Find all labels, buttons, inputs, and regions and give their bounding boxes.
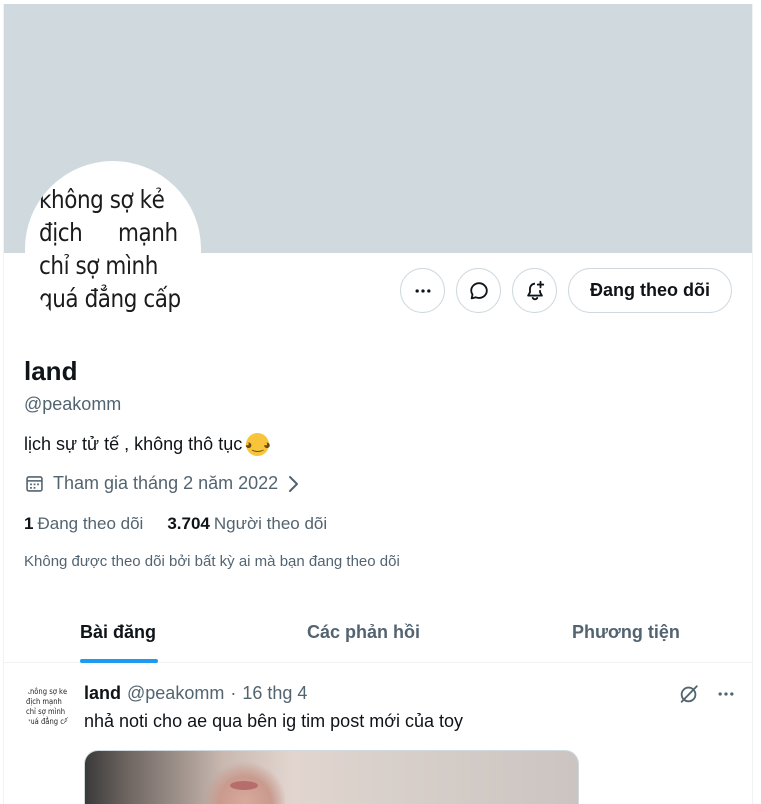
post-text: nhả noti cho ae qua bên ig tim post mới …	[84, 711, 464, 731]
profile-handle: @peakomm	[24, 394, 122, 414]
tab-posts[interactable]: Bài đăng	[80, 601, 156, 663]
followers-count: 3.704	[167, 514, 210, 533]
avatar-line: quá đẳng cấp	[26, 717, 72, 726]
post-icons	[678, 683, 736, 705]
profile-avatar[interactable]: không sợ kẻ địch mạnh chỉ sợ mình quá đẳ…	[25, 161, 201, 337]
profile-actions: Đang theo dõi	[400, 268, 732, 313]
profile-bio: lịch sự tử tế , không thô tục ◕‿◕	[24, 433, 271, 456]
tab-media[interactable]: Phương tiện	[572, 601, 680, 663]
bell-plus-icon	[526, 280, 544, 300]
notifications-button[interactable]	[512, 268, 557, 313]
post-author-handle[interactable]: @peakomm	[127, 683, 224, 704]
following-label: Đang theo dõi	[37, 514, 144, 533]
followed-by-note: Không được theo dõi bởi bất kỳ ai mà bạn…	[24, 553, 400, 570]
media-photo-detail	[230, 781, 258, 790]
post-separator: ·	[230, 683, 237, 703]
tab-replies[interactable]: Các phản hồi	[307, 601, 420, 663]
follow-stats: 1 Đang theo dõi 3.704 Người theo dõi	[24, 514, 327, 534]
grok-icon[interactable]	[678, 683, 700, 705]
following-button[interactable]: Đang theo dõi	[568, 268, 732, 313]
avatar-line: chỉ sợ mình	[26, 707, 66, 716]
avatar-line: địch mạnh	[26, 697, 62, 706]
post-avatar[interactable]: không sợ kẻ địch mạnh chỉ sợ mình quá đẳ…	[24, 682, 72, 730]
more-horizontal-icon[interactable]	[716, 684, 736, 704]
avatar-line: địch mạnh	[39, 218, 178, 247]
followers-label: Người theo dõi	[213, 514, 328, 533]
message-button[interactable]	[456, 268, 501, 313]
following-stat[interactable]: 1 Đang theo dõi	[24, 514, 143, 534]
calendar-icon	[26, 476, 43, 492]
more-button[interactable]	[400, 268, 445, 313]
profile-tabs: Bài đăng Các phản hồi Phương tiện	[4, 601, 752, 663]
message-bubble-icon	[469, 281, 488, 299]
wink-emoji-icon: ◕‿◕	[245, 433, 271, 456]
joined-text[interactable]: Tham gia tháng 2 năm 2022	[53, 473, 278, 494]
chevron-right-icon[interactable]	[286, 475, 300, 493]
post-header: land @peakomm · 16 thg 4	[84, 683, 307, 704]
active-tab-indicator	[80, 659, 158, 663]
avatar-line: chỉ sợ mình	[39, 251, 158, 280]
following-count: 1	[24, 514, 34, 533]
joined-date: Tham gia tháng 2 năm 2022	[24, 473, 300, 494]
bio-text: lịch sự tử tế , không thô tục	[24, 434, 243, 454]
post-author-name[interactable]: land	[84, 683, 121, 704]
profile-page: không sợ kẻ địch mạnh chỉ sợ mình quá đẳ…	[3, 4, 753, 804]
avatar-line: không sợ kẻ	[39, 185, 165, 214]
post-avatar-image-text: không sợ kẻ địch mạnh chỉ sợ mình quá đẳ…	[26, 687, 72, 727]
avatar-line: quá đẳng cấp	[39, 284, 181, 313]
avatar-line: không sợ kẻ	[26, 687, 68, 696]
avatar-image-text: không sợ kẻ địch mạnh chỉ sợ mình quá đẳ…	[39, 183, 181, 315]
more-horizontal-icon	[415, 288, 430, 293]
post-media-image[interactable]	[84, 750, 579, 804]
profile-name: land	[24, 356, 78, 386]
post-item[interactable]: không sợ kẻ địch mạnh chỉ sợ mình quá đẳ…	[4, 664, 752, 804]
followers-stat[interactable]: 3.704 Người theo dõi	[167, 514, 327, 534]
post-date[interactable]: 16 thg 4	[242, 683, 307, 704]
